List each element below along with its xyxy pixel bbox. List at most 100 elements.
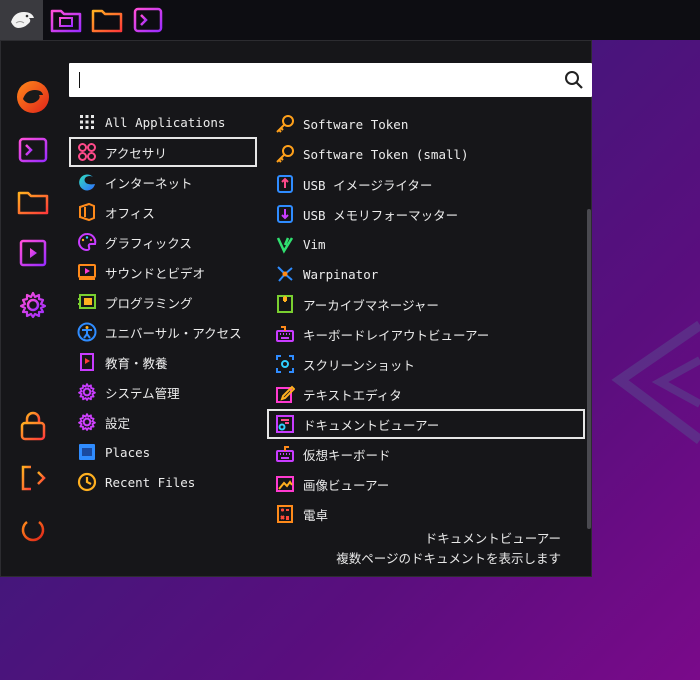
user-avatar-button[interactable] <box>15 79 51 115</box>
description-title: ドキュメントビューアー <box>424 531 561 546</box>
settings-icon <box>19 291 47 319</box>
category-label: 教育・教養 <box>105 355 168 371</box>
internet-icon <box>77 172 97 192</box>
system-icon <box>77 382 97 402</box>
app-label: Software Token (small) <box>303 146 469 162</box>
office-icon <box>77 202 97 222</box>
video-icon <box>19 239 47 267</box>
app-document-viewer[interactable]: ドキュメントビューアー <box>267 409 585 439</box>
settings-icon <box>77 412 97 432</box>
power-icon <box>21 518 45 542</box>
graphics-icon <box>77 232 97 252</box>
app-label: 仮想キーボード <box>303 447 391 463</box>
app-usb-stick-formatter[interactable]: USB メモリフォーマッター <box>267 199 585 229</box>
category-office[interactable]: オフィス <box>69 197 257 227</box>
app-software-token[interactable]: Software Token <box>267 109 585 139</box>
app-label: 画像ビューアー <box>303 477 390 493</box>
key-icon <box>275 144 295 164</box>
category-system[interactable]: システム管理 <box>69 377 257 407</box>
category-label: Recent Files <box>105 474 196 490</box>
accessories-icon <box>77 142 97 162</box>
menu-sidebar <box>1 41 65 576</box>
key-icon <box>275 114 295 134</box>
image-viewer-icon <box>275 474 295 494</box>
taskbar <box>0 0 700 40</box>
sidebar-settings-button[interactable] <box>15 287 51 323</box>
app-screenshot[interactable]: スクリーンショット <box>267 349 585 379</box>
app-usb-image-writer[interactable]: USB イメージライター <box>267 169 585 199</box>
app-software-token-small[interactable]: Software Token (small) <box>267 139 585 169</box>
education-icon <box>77 352 97 372</box>
taskbar-terminal-button[interactable] <box>130 4 166 36</box>
eagle-logo-icon <box>10 12 34 28</box>
vim-icon <box>275 234 295 254</box>
app-label: 電卓 <box>303 507 329 523</box>
sidebar-terminal-button[interactable] <box>15 132 51 168</box>
folder-icon <box>91 9 123 33</box>
app-label: テキストエディタ <box>303 387 402 403</box>
screenshot-icon <box>275 354 295 374</box>
folder-icon <box>17 191 49 215</box>
desktop-logo-icon <box>611 320 700 444</box>
app-list-scrollbar[interactable] <box>587 209 591 529</box>
category-label: All Applications <box>105 114 226 130</box>
category-all-applications[interactable]: All Applications <box>69 107 257 137</box>
taskbar-files-button[interactable] <box>89 4 125 36</box>
app-image-viewer[interactable]: 画像ビューアー <box>267 469 585 499</box>
sidebar-files-button[interactable] <box>15 184 51 220</box>
accessibility-icon <box>77 322 97 342</box>
app-label: Vim <box>303 236 326 252</box>
virtual-keyboard-icon <box>275 444 295 464</box>
category-accessories[interactable]: アクセサリ <box>69 137 257 167</box>
category-recent-files[interactable]: Recent Files <box>69 467 257 497</box>
terminal-icon <box>18 137 48 163</box>
category-label: インターネット <box>105 175 193 191</box>
search-input[interactable] <box>77 68 557 92</box>
recent-icon <box>77 472 97 492</box>
app-virtual-keyboard[interactable]: 仮想キーボード <box>267 439 585 469</box>
sidebar-video-button[interactable] <box>15 235 51 271</box>
taskbar-computer-button[interactable] <box>48 4 84 36</box>
app-label: スクリーンショット <box>303 357 415 373</box>
calculator-icon <box>275 504 295 524</box>
programming-icon <box>77 292 97 312</box>
category-education[interactable]: 教育・教養 <box>69 347 257 377</box>
category-sound-video[interactable]: サウンドとビデオ <box>69 257 257 287</box>
category-graphics[interactable]: グラフィックス <box>69 227 257 257</box>
category-label: システム管理 <box>105 385 180 401</box>
app-label: アーカイブマネージャー <box>303 297 439 313</box>
document-viewer-icon <box>275 414 295 434</box>
terminal-icon <box>133 7 163 33</box>
app-text-editor[interactable]: テキストエディタ <box>267 379 585 409</box>
sidebar-logout-button[interactable] <box>15 460 51 496</box>
user-avatar-icon <box>17 81 49 113</box>
computer-folder-icon <box>50 9 82 33</box>
app-label: USB メモリフォーマッター <box>303 207 459 223</box>
archive-icon <box>275 294 295 314</box>
multimedia-icon <box>77 262 97 282</box>
keyboard-layout-icon <box>275 324 295 344</box>
app-vim[interactable]: Vim <box>267 229 585 259</box>
application-menu: All Applications アクセサリ インターネット オフィス グラフィ… <box>0 40 592 577</box>
app-label: Software Token <box>303 116 409 132</box>
category-programming[interactable]: プログラミング <box>69 287 257 317</box>
app-archive-manager[interactable]: アーカイブマネージャー <box>267 289 585 319</box>
category-label: グラフィックス <box>105 235 192 251</box>
category-internet[interactable]: インターネット <box>69 167 257 197</box>
category-universal-access[interactable]: ユニバーサル・アクセス <box>69 317 257 347</box>
category-label: プログラミング <box>105 295 193 311</box>
description-text: 複数ページのドキュメントを表示します <box>336 551 561 566</box>
category-settings[interactable]: 設定 <box>69 407 257 437</box>
search-bar <box>69 63 592 97</box>
app-calculator[interactable]: 電卓 <box>267 499 585 529</box>
sidebar-lock-button[interactable] <box>15 408 51 444</box>
grid-icon <box>77 112 97 132</box>
app-label: キーボードレイアウトビューアー <box>303 327 490 343</box>
app-label: ドキュメントビューアー <box>303 417 440 433</box>
app-keyboard-layout-viewer[interactable]: キーボードレイアウトビューアー <box>267 319 585 349</box>
start-menu-button[interactable] <box>0 0 43 40</box>
sidebar-power-button[interactable] <box>15 512 51 548</box>
category-places[interactable]: Places <box>69 437 257 467</box>
search-icon[interactable] <box>564 70 584 90</box>
app-warpinator[interactable]: Warpinator <box>267 259 585 289</box>
